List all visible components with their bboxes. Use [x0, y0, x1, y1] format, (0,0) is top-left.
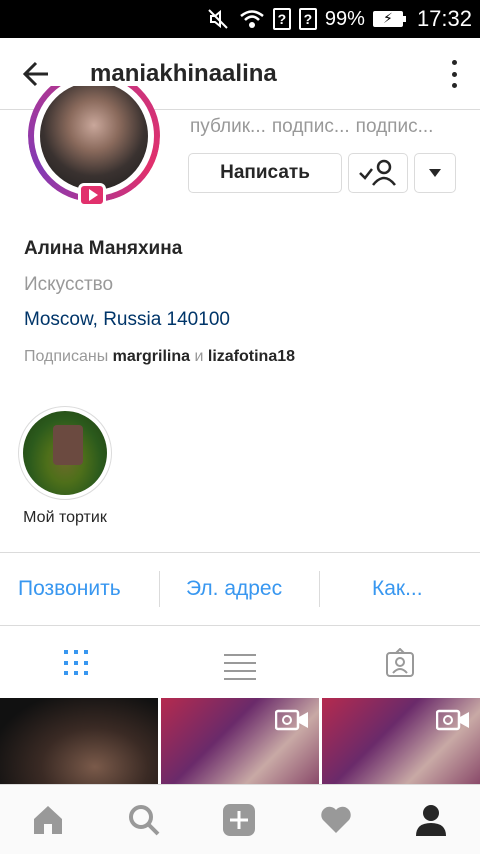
home-icon[interactable] — [31, 803, 65, 837]
stat-posts[interactable]: публик... — [190, 116, 266, 138]
profile-icon[interactable] — [414, 803, 448, 837]
tagged-icon[interactable] — [385, 647, 417, 678]
avatar-photo — [40, 86, 148, 190]
call-button[interactable]: Позвонить — [18, 577, 121, 601]
clock: 17:32 — [416, 6, 472, 31]
no-sim-icon: ? — [298, 8, 317, 30]
profile-tabs — [0, 626, 480, 698]
divider — [319, 571, 320, 607]
battery-icon: ⚡ — [372, 10, 406, 27]
bottom-nav — [0, 784, 480, 854]
follower-name: margrilina — [112, 348, 191, 365]
directions-button[interactable]: Как... — [372, 577, 423, 601]
back-arrow-icon[interactable] — [22, 60, 50, 88]
post-thumbnail[interactable] — [322, 698, 480, 784]
highlight-label: Мой тортик — [23, 509, 107, 526]
user-check-icon — [359, 159, 396, 186]
highlight-cover — [23, 411, 107, 495]
video-icon — [436, 709, 469, 731]
divider — [159, 571, 160, 607]
profile-category: Искусство — [24, 274, 114, 295]
profile-stats: публик... подпис... подпис... — [190, 116, 433, 138]
stat-followers[interactable]: подпис... — [272, 116, 350, 138]
story-highlight[interactable] — [18, 406, 112, 500]
igtv-icon[interactable] — [78, 183, 106, 207]
follower-name: lizafotina18 — [207, 348, 296, 365]
mute-icon — [207, 8, 231, 30]
profile-username: maniakhinaalina — [90, 60, 277, 87]
add-icon[interactable] — [222, 803, 256, 837]
grid-icon[interactable] — [62, 648, 94, 678]
suggested-dropdown-button[interactable] — [414, 153, 456, 193]
email-button[interactable]: Эл. адрес — [186, 577, 282, 601]
heart-icon[interactable] — [319, 803, 353, 837]
status-bar: ? ? 99% ⚡ 17:32 — [0, 0, 480, 38]
chevron-down-icon — [429, 169, 441, 177]
post-thumbnail[interactable] — [161, 698, 319, 784]
wifi-icon — [239, 9, 265, 29]
search-icon[interactable] — [127, 803, 161, 837]
contact-bar: Позвонить Эл. адрес Как... — [0, 552, 480, 626]
following-button[interactable] — [348, 153, 408, 193]
profile-location-link[interactable]: Moscow, Russia 140100 — [24, 309, 230, 331]
no-sim-icon: ? — [272, 8, 291, 30]
list-icon[interactable] — [224, 648, 256, 680]
more-vertical-icon[interactable] — [448, 60, 460, 88]
video-icon — [275, 709, 308, 731]
followed-by[interactable]: Подписаны margrilina и lizafotina18 — [24, 348, 295, 366]
message-button[interactable]: Написать — [188, 153, 342, 193]
stat-following[interactable]: подпис... — [356, 116, 434, 138]
battery-percent: 99% — [324, 7, 365, 30]
post-thumbnail[interactable] — [0, 698, 158, 784]
profile-full-name: Алина Маняхина — [24, 238, 183, 259]
